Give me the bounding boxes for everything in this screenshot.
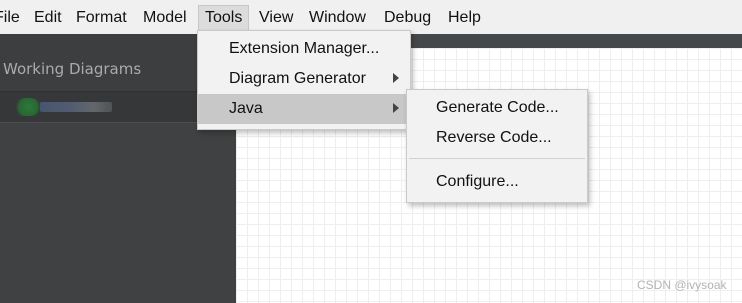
menu-item-label: Generate Code... (436, 99, 559, 116)
menu-item-configure[interactable]: Configure... (407, 167, 587, 197)
menu-item-diagram-generator[interactable]: Diagram Generator (198, 64, 410, 94)
menu-item-label: Java (229, 100, 263, 117)
menu-separator (409, 158, 585, 159)
menu-debug[interactable]: Debug (384, 6, 431, 30)
menu-item-generate-code[interactable]: Generate Code... (407, 93, 587, 123)
diagram-icon (14, 98, 40, 116)
menu-window[interactable]: Window (309, 6, 366, 30)
menu-item-extension-manager[interactable]: Extension Manager... (198, 34, 410, 64)
java-submenu: Generate Code... Reverse Code... Configu… (406, 89, 588, 203)
menu-view[interactable]: View (259, 6, 293, 30)
menu-model[interactable]: Model (143, 6, 187, 30)
submenu-arrow-icon (393, 73, 399, 83)
submenu-arrow-icon (393, 103, 399, 113)
tools-dropdown-menu: Extension Manager... Diagram Generator J… (197, 30, 411, 130)
menu-item-label: Extension Manager... (229, 40, 380, 57)
menu-item-label: Configure... (436, 173, 519, 190)
sidebar-title: Working Diagrams (3, 60, 142, 78)
menu-help[interactable]: Help (448, 6, 481, 30)
menu-item-reverse-code[interactable]: Reverse Code... (407, 123, 587, 153)
menu-edit[interactable]: Edit (34, 6, 62, 30)
menu-file[interactable]: File (0, 6, 20, 30)
menu-item-label: Diagram Generator (229, 70, 366, 87)
menu-item-label: Reverse Code... (436, 129, 552, 146)
menu-format[interactable]: Format (76, 6, 127, 30)
menu-item-java[interactable]: Java (198, 94, 410, 124)
watermark: CSDN @ivysoak (637, 278, 727, 292)
menu-tools[interactable]: Tools (197, 5, 250, 31)
diagram-name-redacted (40, 102, 112, 112)
